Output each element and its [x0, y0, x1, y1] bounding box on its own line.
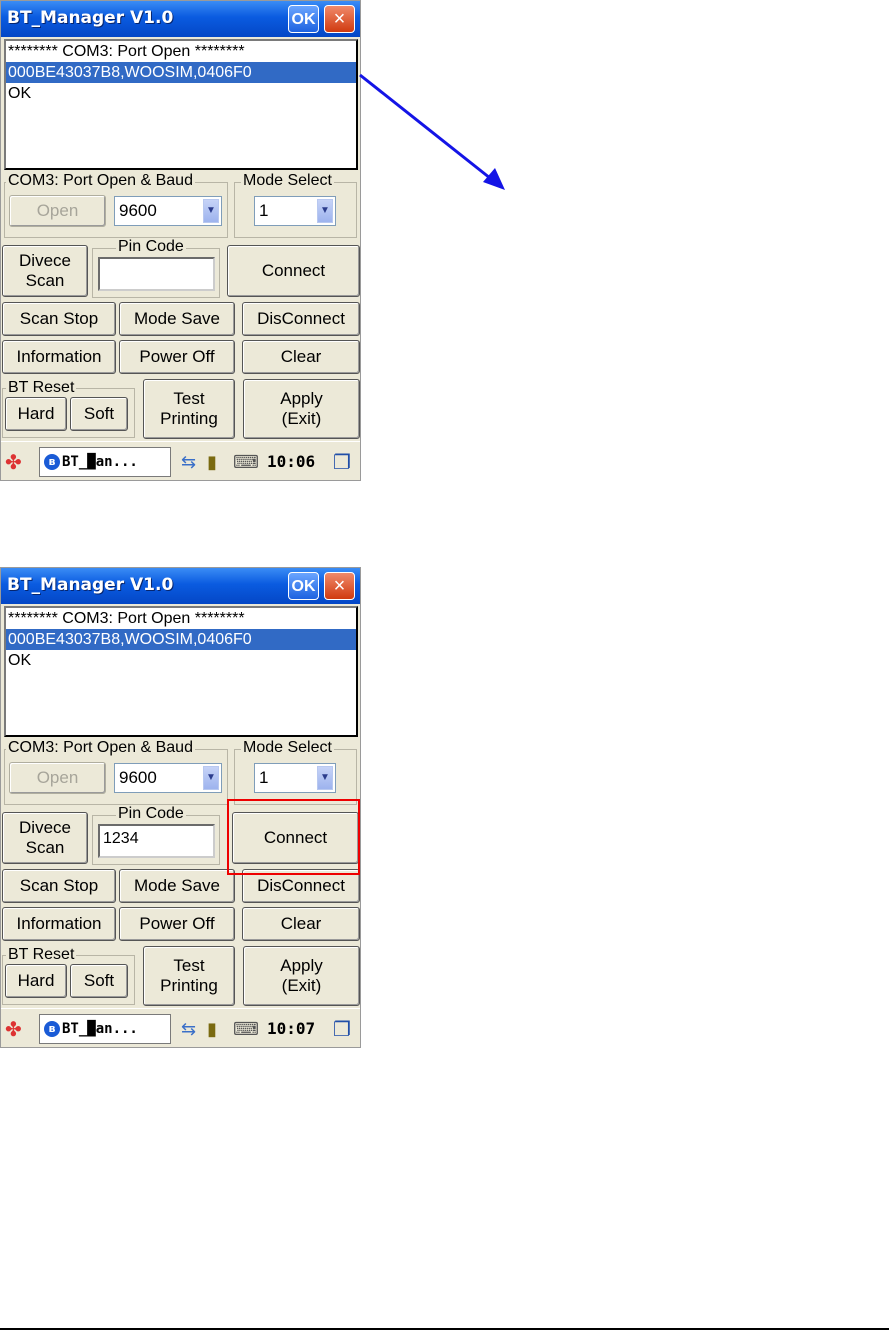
open-button[interactable]: Open — [9, 762, 106, 794]
windows-start-icon[interactable]: ✤ — [5, 1017, 22, 1042]
baud-value: 9600 — [119, 201, 157, 220]
dropdown-arrow-icon[interactable]: ▼ — [317, 766, 333, 790]
dropdown-arrow-icon[interactable]: ▼ — [317, 199, 333, 223]
battery-icon[interactable]: ▮ — [207, 1019, 217, 1040]
log-line[interactable]: OK — [6, 650, 356, 671]
test-printing-button[interactable]: Test Printing — [143, 379, 235, 439]
close-button[interactable]: × — [324, 5, 355, 33]
desktop-icon[interactable]: ❐ — [333, 1017, 351, 1042]
port-group-label: COM3: Port Open & Baud — [6, 739, 195, 757]
port-group-label: COM3: Port Open & Baud — [6, 172, 195, 190]
hard-reset-button[interactable]: Hard — [5, 397, 67, 431]
network-icon[interactable]: ⇆ — [181, 1019, 196, 1040]
pin-code-input[interactable] — [98, 257, 215, 291]
baud-value: 9600 — [119, 768, 157, 787]
apply-exit-button[interactable]: Apply (Exit) — [243, 379, 360, 439]
window-title: BT_Manager V1.0 — [7, 8, 174, 28]
disconnect-button[interactable]: DisConnect — [242, 302, 360, 336]
log-listbox[interactable]: ******** COM3: Port Open ******** 000BE4… — [4, 39, 358, 170]
ok-button[interactable]: OK — [288, 572, 319, 600]
keyboard-icon[interactable]: ⌨ — [233, 1019, 259, 1040]
connect-highlight-box — [227, 799, 360, 875]
baud-select[interactable]: 9600 ▼ — [114, 763, 222, 793]
scan-stop-button[interactable]: Scan Stop — [2, 302, 116, 336]
title-bar: BT_Manager V1.0 OK × — [1, 568, 360, 604]
scan-stop-button[interactable]: Scan Stop — [2, 869, 116, 903]
pin-code-input[interactable]: 1234 — [98, 824, 215, 858]
bluetooth-icon: ʙ — [44, 454, 60, 470]
taskbar: ✤ ʙ BT_█an... ⇆ ▮ ⌨ 10:06 ❐ — [1, 441, 360, 480]
test-printing-button[interactable]: Test Printing — [143, 946, 235, 1006]
mode-group-label: Mode Select — [241, 172, 334, 190]
arrow-head-icon — [483, 168, 505, 190]
device-scan-button[interactable]: Divece Scan — [2, 245, 88, 297]
windows-start-icon[interactable]: ✤ — [5, 450, 22, 475]
taskbar-app-item[interactable]: ʙ BT_█an... — [39, 1014, 171, 1044]
bt-reset-label: BT Reset — [6, 379, 77, 397]
clock: 10:06 — [267, 452, 316, 471]
soft-reset-button[interactable]: Soft — [70, 397, 128, 431]
keyboard-icon[interactable]: ⌨ — [233, 452, 259, 473]
log-line-selected[interactable]: 000BE43037B8,WOOSIM,0406F0 — [6, 629, 356, 650]
apply-exit-button[interactable]: Apply (Exit) — [243, 946, 360, 1006]
pin-group-label: Pin Code — [116, 805, 186, 823]
soft-reset-button[interactable]: Soft — [70, 964, 128, 998]
arrow-shaft — [359, 73, 496, 184]
bluetooth-icon: ʙ — [44, 1021, 60, 1037]
pin-group-label: Pin Code — [116, 238, 186, 256]
device-scan-button[interactable]: Divece Scan — [2, 812, 88, 864]
page-bottom-rule — [0, 1328, 889, 1330]
clock: 10:07 — [267, 1019, 316, 1038]
taskbar-app-item[interactable]: ʙ BT_█an... — [39, 447, 171, 477]
open-button[interactable]: Open — [9, 195, 106, 227]
mode-value: 1 — [259, 201, 269, 220]
log-line-selected[interactable]: 000BE43037B8,WOOSIM,0406F0 — [6, 62, 356, 83]
connect-button[interactable]: Connect — [227, 245, 360, 297]
log-listbox[interactable]: ******** COM3: Port Open ******** 000BE4… — [4, 606, 358, 737]
clear-button[interactable]: Clear — [242, 340, 360, 374]
log-line[interactable]: ******** COM3: Port Open ******** — [6, 41, 356, 62]
power-off-button[interactable]: Power Off — [119, 340, 235, 374]
close-button[interactable]: × — [324, 572, 355, 600]
taskbar-app-label: BT_█an... — [62, 1021, 138, 1037]
log-line[interactable]: OK — [6, 83, 356, 104]
bt-reset-label: BT Reset — [6, 946, 77, 964]
information-button[interactable]: Information — [2, 340, 116, 374]
title-bar: BT_Manager V1.0 OK × — [1, 1, 360, 37]
window-title: BT_Manager V1.0 — [7, 575, 174, 595]
log-line[interactable]: ******** COM3: Port Open ******** — [6, 608, 356, 629]
mode-select[interactable]: 1 ▼ — [254, 196, 336, 226]
mode-select[interactable]: 1 ▼ — [254, 763, 336, 793]
annotation-arrow — [359, 73, 505, 190]
information-button[interactable]: Information — [2, 907, 116, 941]
mode-value: 1 — [259, 768, 269, 787]
dropdown-arrow-icon[interactable]: ▼ — [203, 766, 219, 790]
network-icon[interactable]: ⇆ — [181, 452, 196, 473]
close-icon: × — [333, 575, 346, 597]
mode-group-label: Mode Select — [241, 739, 334, 757]
dropdown-arrow-icon[interactable]: ▼ — [203, 199, 219, 223]
clear-button[interactable]: Clear — [242, 907, 360, 941]
power-off-button[interactable]: Power Off — [119, 907, 235, 941]
desktop-icon[interactable]: ❐ — [333, 450, 351, 475]
hard-reset-button[interactable]: Hard — [5, 964, 67, 998]
baud-select[interactable]: 9600 ▼ — [114, 196, 222, 226]
mode-save-button[interactable]: Mode Save — [119, 302, 235, 336]
mode-save-button[interactable]: Mode Save — [119, 869, 235, 903]
close-icon: × — [333, 8, 346, 30]
taskbar-app-label: BT_█an... — [62, 454, 138, 470]
screenshot-1: BT_Manager V1.0 OK × ******** COM3: Port… — [0, 0, 361, 481]
battery-icon[interactable]: ▮ — [207, 452, 217, 473]
ok-button[interactable]: OK — [288, 5, 319, 33]
taskbar: ✤ ʙ BT_█an... ⇆ ▮ ⌨ 10:07 ❐ — [1, 1008, 360, 1047]
